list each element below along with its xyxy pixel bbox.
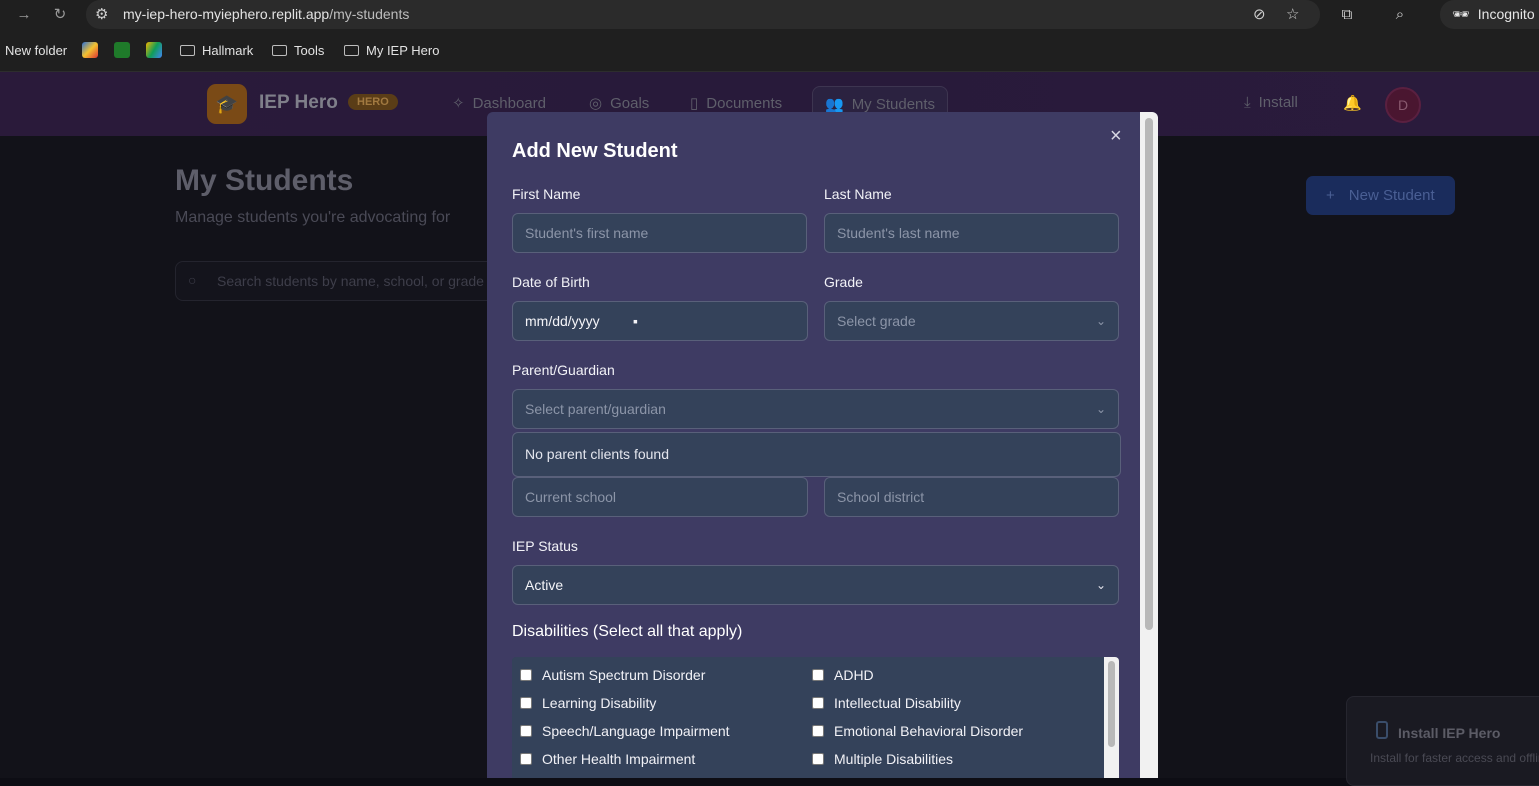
close-icon[interactable]: × <box>1110 126 1122 146</box>
eye-off-icon[interactable]: ⊘ <box>1253 5 1266 24</box>
dialog-scrollbar-thumb[interactable] <box>1145 118 1153 630</box>
last-name-input[interactable]: Student's last name <box>824 213 1119 253</box>
checkbox-multiple[interactable]: Multiple Disabilities <box>812 749 953 769</box>
list-scrollbar[interactable] <box>1104 657 1119 778</box>
iep-status-label: IEP Status <box>512 538 578 554</box>
dialog-scrollbar[interactable] <box>1140 112 1158 778</box>
dialog-title: Add New Student <box>512 140 678 162</box>
first-name-input[interactable]: Student's first name <box>512 213 807 253</box>
plus-icon: + <box>1326 187 1335 204</box>
checkbox-intellectual[interactable]: Intellectual Disability <box>812 693 961 713</box>
search-icon: ○ <box>188 272 197 288</box>
checkbox[interactable] <box>812 697 824 709</box>
first-name-label: First Name <box>512 186 581 202</box>
disabilities-list[interactable]: Autism Spectrum Disorder ADHD Learning D… <box>512 657 1119 778</box>
drive-icon[interactable] <box>146 42 162 58</box>
search-input[interactable]: ○ Search students by name, school, or gr… <box>175 261 505 301</box>
forward-icon[interactable]: → <box>14 5 34 25</box>
bookmark-tools[interactable]: Tools <box>272 43 324 58</box>
checkbox-emotional[interactable]: Emotional Behavioral Disorder <box>812 721 1023 741</box>
url-text: my-iep-hero-myiephero.replit.app/my-stud… <box>123 6 410 22</box>
graduation-cap-icon[interactable]: 🎓 <box>207 84 247 124</box>
incognito-badge[interactable]: 🕶 Incognito <box>1440 0 1539 29</box>
chevron-down-icon: ⌄ <box>1095 314 1106 328</box>
grade-select[interactable]: Select grade ⌄ <box>824 301 1119 341</box>
dob-input[interactable]: mm/dd/yyyy ▪ <box>512 301 808 341</box>
district-input[interactable]: School district <box>824 477 1119 517</box>
bell-icon[interactable]: 🔔 <box>1343 94 1362 112</box>
checkbox[interactable] <box>812 725 824 737</box>
bookmark-new-folder[interactable]: New folder <box>5 43 67 58</box>
page-title: My Students <box>175 164 354 197</box>
calendar-icon[interactable]: ▪ <box>633 302 638 340</box>
tab-search-icon[interactable]: ⌕ <box>1390 5 1410 25</box>
grade-label: Grade <box>824 274 863 290</box>
address-bar[interactable]: ⚙ my-iep-hero-myiephero.replit.app/my-st… <box>86 0 1320 29</box>
sparkle-icon: ✧ <box>452 95 465 112</box>
download-icon: ⤓ <box>1244 94 1251 111</box>
checkbox-learning[interactable]: Learning Disability <box>520 693 656 713</box>
school-input[interactable]: Current school <box>512 477 808 517</box>
reload-icon[interactable]: ↻ <box>50 5 70 25</box>
folder-icon <box>344 45 359 56</box>
phone-icon <box>1376 721 1388 739</box>
last-name-label: Last Name <box>824 186 892 202</box>
bookmark-hallmark[interactable]: Hallmark <box>180 43 253 58</box>
site-settings-icon[interactable]: ⚙ <box>95 5 108 24</box>
list-scrollbar-thumb[interactable] <box>1108 661 1115 747</box>
folder-icon <box>180 45 195 56</box>
brand-name: IEP Hero <box>259 92 338 113</box>
bookmark-favicon-icon[interactable] <box>114 42 130 58</box>
target-icon: ◎ <box>589 95 603 112</box>
bookmarks-bar: New folder Hallmark Tools My IEP Hero <box>0 30 1539 72</box>
page-subtitle: Manage students you're advocating for <box>175 209 451 226</box>
avatar[interactable]: D <box>1385 87 1421 123</box>
checkbox-autism[interactable]: Autism Spectrum Disorder <box>520 665 705 685</box>
checkbox[interactable] <box>520 697 532 709</box>
checkbox[interactable] <box>812 669 824 681</box>
users-icon: 👥 <box>825 96 844 113</box>
checkbox[interactable] <box>520 753 532 765</box>
dob-label: Date of Birth <box>512 274 590 290</box>
document-icon: ▯ <box>690 95 699 112</box>
browser-toolbar: → ↻ ⚙ my-iep-hero-myiephero.replit.app/m… <box>0 0 1539 30</box>
install-toast[interactable]: Install IEP Hero Install for faster acce… <box>1346 696 1539 786</box>
extensions-icon[interactable]: ⧉ <box>1337 5 1357 25</box>
new-student-button[interactable]: + New Student <box>1306 176 1455 215</box>
disabilities-title: Disabilities (Select all that apply) <box>512 623 743 640</box>
incognito-icon: 🕶 <box>1452 6 1470 22</box>
checkbox-adhd[interactable]: ADHD <box>812 665 874 685</box>
iep-status-select[interactable]: Active ⌄ <box>512 565 1119 605</box>
add-student-dialog: × Add New Student First Name Student's f… <box>487 112 1158 778</box>
checkbox[interactable] <box>812 753 824 765</box>
checkbox[interactable] <box>520 725 532 737</box>
checkbox[interactable] <box>520 669 532 681</box>
parent-select[interactable]: Select parent/guardian ⌄ <box>512 389 1119 429</box>
checkbox-speech[interactable]: Speech/Language Impairment <box>520 721 730 741</box>
chevron-down-icon: ⌄ <box>1095 402 1106 416</box>
plan-badge: HERO <box>348 94 398 110</box>
folder-icon <box>272 45 287 56</box>
checkbox-other-health[interactable]: Other Health Impairment <box>520 749 695 769</box>
bookmark-favicon-icon[interactable] <box>82 42 98 58</box>
star-icon[interactable]: ☆ <box>1286 5 1299 24</box>
install-button[interactable]: ⤓ Install <box>1244 94 1298 111</box>
parent-dropdown-empty: No parent clients found <box>512 432 1121 477</box>
bookmark-my-iep-hero[interactable]: My IEP Hero <box>344 43 439 58</box>
parent-label: Parent/Guardian <box>512 362 615 378</box>
chevron-down-icon: ⌄ <box>1095 578 1106 592</box>
